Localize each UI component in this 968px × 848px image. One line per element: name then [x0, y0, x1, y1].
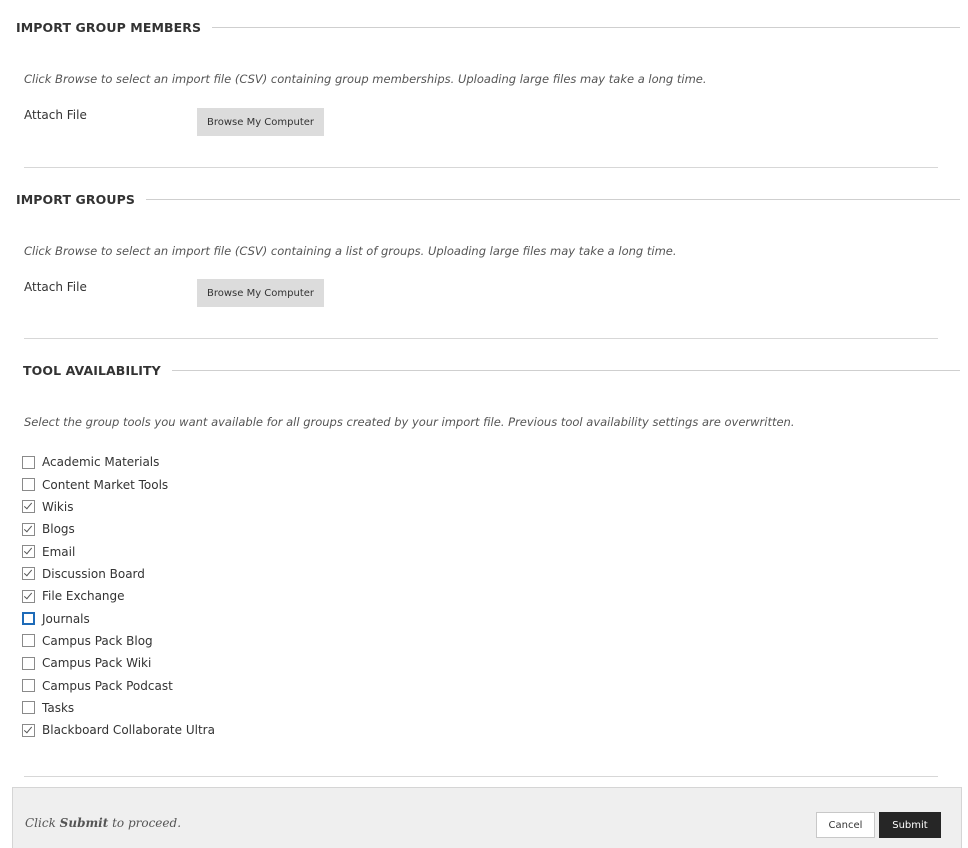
submit-hint-bold: Submit — [59, 816, 109, 830]
checkbox[interactable] — [22, 522, 35, 536]
import-groups-instructions: Click Browse to select an import file (C… — [24, 244, 677, 258]
import-groups-attach-label: Attach File — [24, 280, 87, 294]
tool-item-academic-materials[interactable]: Academic Materials — [22, 451, 215, 473]
tool-item-blogs[interactable]: Blogs — [22, 518, 215, 540]
import-members-heading: IMPORT GROUP MEMBERS — [16, 19, 202, 35]
tool-availability-heading: TOOL AVAILABILITY — [23, 362, 161, 378]
import-members-instructions: Click Browse to select an import file (C… — [24, 72, 707, 86]
submit-hint-prefix: Click — [25, 816, 60, 830]
submit-button[interactable]: Submit — [879, 812, 941, 838]
tool-item-journals[interactable]: Journals — [22, 607, 215, 629]
checkbox[interactable] — [22, 500, 35, 514]
tool-item-campus-pack-podcast[interactable]: Campus Pack Podcast — [22, 674, 215, 696]
tool-item-file-exchange[interactable]: File Exchange — [22, 585, 215, 607]
tool-item-blackboard-collaborate-ultra[interactable]: Blackboard Collaborate Ultra — [22, 719, 215, 741]
tool-label: Tasks — [42, 700, 75, 715]
tool-item-campus-pack-blog[interactable]: Campus Pack Blog — [22, 630, 215, 652]
tool-item-content-market-tools[interactable]: Content Market Tools — [22, 473, 215, 495]
section-rule — [145, 198, 960, 200]
submit-hint: Click Submit to proceed. — [25, 816, 181, 830]
tool-label: Academic Materials — [42, 455, 160, 470]
tool-availability-header: TOOL AVAILABILITY — [23, 360, 960, 380]
checkbox[interactable] — [22, 634, 35, 648]
submit-hint-suffix: to proceed. — [108, 816, 182, 830]
tool-label: Campus Pack Wiki — [42, 656, 152, 671]
tool-item-campus-pack-wiki[interactable]: Campus Pack Wiki — [22, 652, 215, 674]
checkbox[interactable] — [22, 589, 35, 603]
tool-label: File Exchange — [42, 589, 125, 604]
import-groups-heading: IMPORT GROUPS — [16, 191, 135, 207]
tool-label: Blackboard Collaborate Ultra — [42, 723, 215, 738]
tool-availability-instructions: Select the group tools you want availabl… — [24, 415, 795, 429]
tool-item-email[interactable]: Email — [22, 540, 215, 562]
checkbox[interactable] — [22, 612, 35, 626]
tool-label: Journals — [42, 611, 90, 626]
tool-item-wikis[interactable]: Wikis — [22, 496, 215, 518]
tool-item-tasks[interactable]: Tasks — [22, 697, 215, 719]
section-divider — [24, 338, 938, 339]
checkbox[interactable] — [22, 545, 35, 559]
tool-label: Campus Pack Blog — [42, 633, 153, 648]
section-divider — [24, 776, 938, 777]
checkbox[interactable] — [22, 656, 35, 670]
import-members-browse-button[interactable]: Browse My Computer — [197, 108, 324, 136]
import-members-header: IMPORT GROUP MEMBERS — [16, 17, 960, 37]
tool-label: Wikis — [42, 499, 74, 514]
tool-label: Blogs — [42, 522, 75, 537]
section-divider — [24, 167, 938, 168]
tool-checkbox-list: Academic Materials Content Market Tools … — [22, 451, 215, 741]
checkbox[interactable] — [22, 701, 35, 715]
section-rule — [212, 26, 960, 28]
checkbox[interactable] — [22, 478, 35, 492]
tool-label: Email — [42, 544, 76, 559]
checkbox[interactable] — [22, 455, 35, 469]
import-members-attach-label: Attach File — [24, 108, 87, 122]
section-rule — [171, 369, 960, 371]
submit-bar: Click Submit to proceed. Cancel Submit — [12, 787, 962, 848]
checkbox[interactable] — [22, 679, 35, 693]
tool-label: Content Market Tools — [42, 477, 169, 492]
tool-item-discussion-board[interactable]: Discussion Board — [22, 563, 215, 585]
checkbox[interactable] — [22, 567, 35, 581]
tool-label: Campus Pack Podcast — [42, 678, 173, 693]
tool-label: Discussion Board — [42, 566, 145, 581]
import-groups-browse-button[interactable]: Browse My Computer — [197, 279, 324, 307]
checkbox[interactable] — [22, 723, 35, 737]
import-groups-header: IMPORT GROUPS — [16, 189, 960, 209]
cancel-button[interactable]: Cancel — [816, 812, 875, 838]
